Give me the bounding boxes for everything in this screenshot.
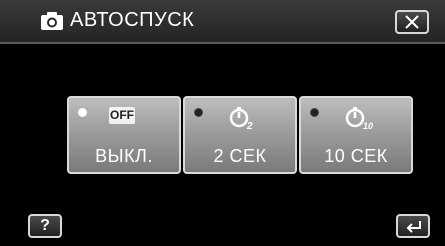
option-2-sec-button[interactable]: 2 2 СЕК: [183, 96, 297, 174]
off-icon: OFF: [109, 107, 135, 124]
option-label: ВЫКЛ.: [95, 146, 153, 166]
option-10-sec-button[interactable]: 10 10 СЕК: [299, 96, 413, 174]
self-timer-2-icon: 2: [229, 107, 253, 130]
camera-icon: [41, 12, 63, 30]
help-icon: ?: [40, 217, 50, 234]
self-timer-10-icon: 10: [345, 107, 373, 130]
self-timer-screen: АВТОСПУСК OFF ВЫКЛ. 2 2 СЕК 10 10 СЕК ?: [0, 0, 445, 246]
close-button[interactable]: [395, 10, 429, 34]
selection-indicator: [78, 108, 87, 117]
back-button[interactable]: [396, 214, 430, 238]
svg-text:2: 2: [246, 121, 253, 130]
selection-indicator: [310, 108, 319, 117]
help-button[interactable]: ?: [28, 214, 62, 238]
option-label: 2 СЕК: [213, 146, 267, 166]
option-label: 10 СЕК: [324, 146, 388, 166]
svg-text:10: 10: [363, 121, 373, 130]
selection-indicator: [194, 108, 203, 117]
header-bar: АВТОСПУСК: [0, 0, 445, 44]
back-icon: [406, 221, 421, 233]
close-icon: [405, 15, 419, 29]
page-title: АВТОСПУСК: [70, 9, 195, 31]
option-off-button[interactable]: OFF ВЫКЛ.: [67, 96, 181, 174]
